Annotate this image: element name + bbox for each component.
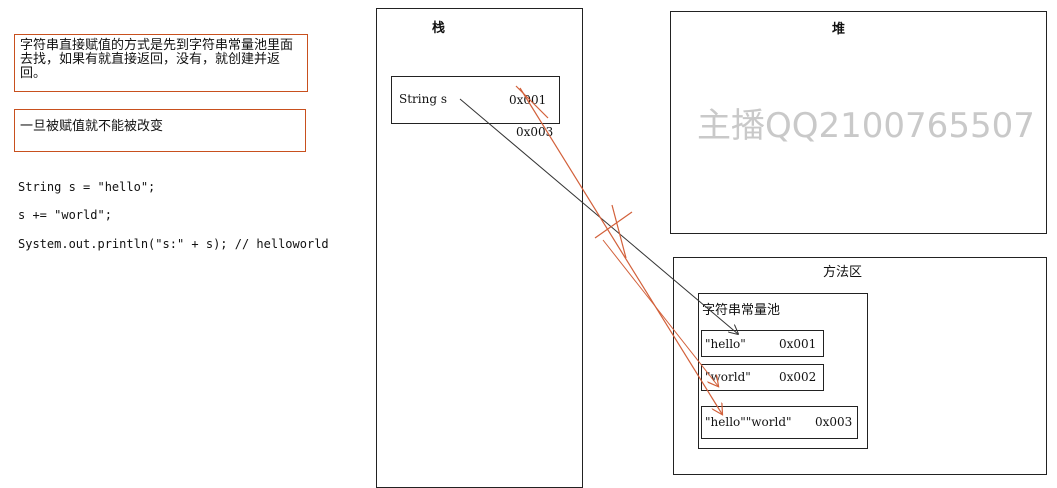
cross-mark-1	[594, 211, 633, 239]
arrow-stack-to-pool	[602, 239, 718, 386]
arrow-s-to-helloworld	[519, 87, 722, 414]
strike-old-address	[515, 85, 549, 119]
arrows-overlay	[459, 85, 1057, 482]
cross-mark-2	[611, 204, 627, 259]
